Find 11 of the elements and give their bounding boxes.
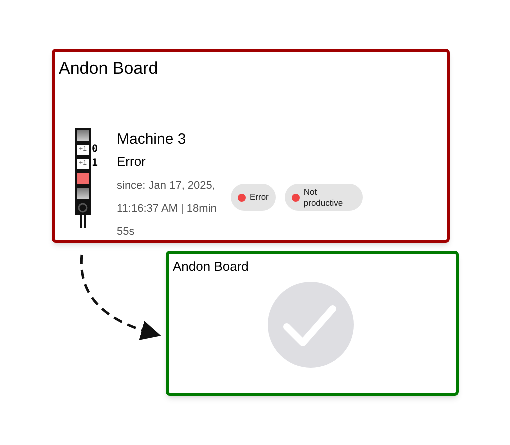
since-text: since: Jan 17, 2025, 11:16:37 AM | 18min 55s: [117, 179, 218, 240]
stack-light-base: [75, 201, 91, 229]
machine-state: Error: [117, 153, 146, 171]
badge-label: Not productive: [304, 186, 344, 208]
machine-name: Machine 3: [117, 130, 186, 150]
badge-label: Error: [250, 192, 269, 203]
check-icon: [267, 281, 355, 369]
card-title: Andon Board: [173, 258, 249, 276]
card-title: Andon Board: [59, 58, 158, 80]
counter-value: 1: [92, 159, 98, 169]
counter-value: 0: [92, 145, 98, 155]
